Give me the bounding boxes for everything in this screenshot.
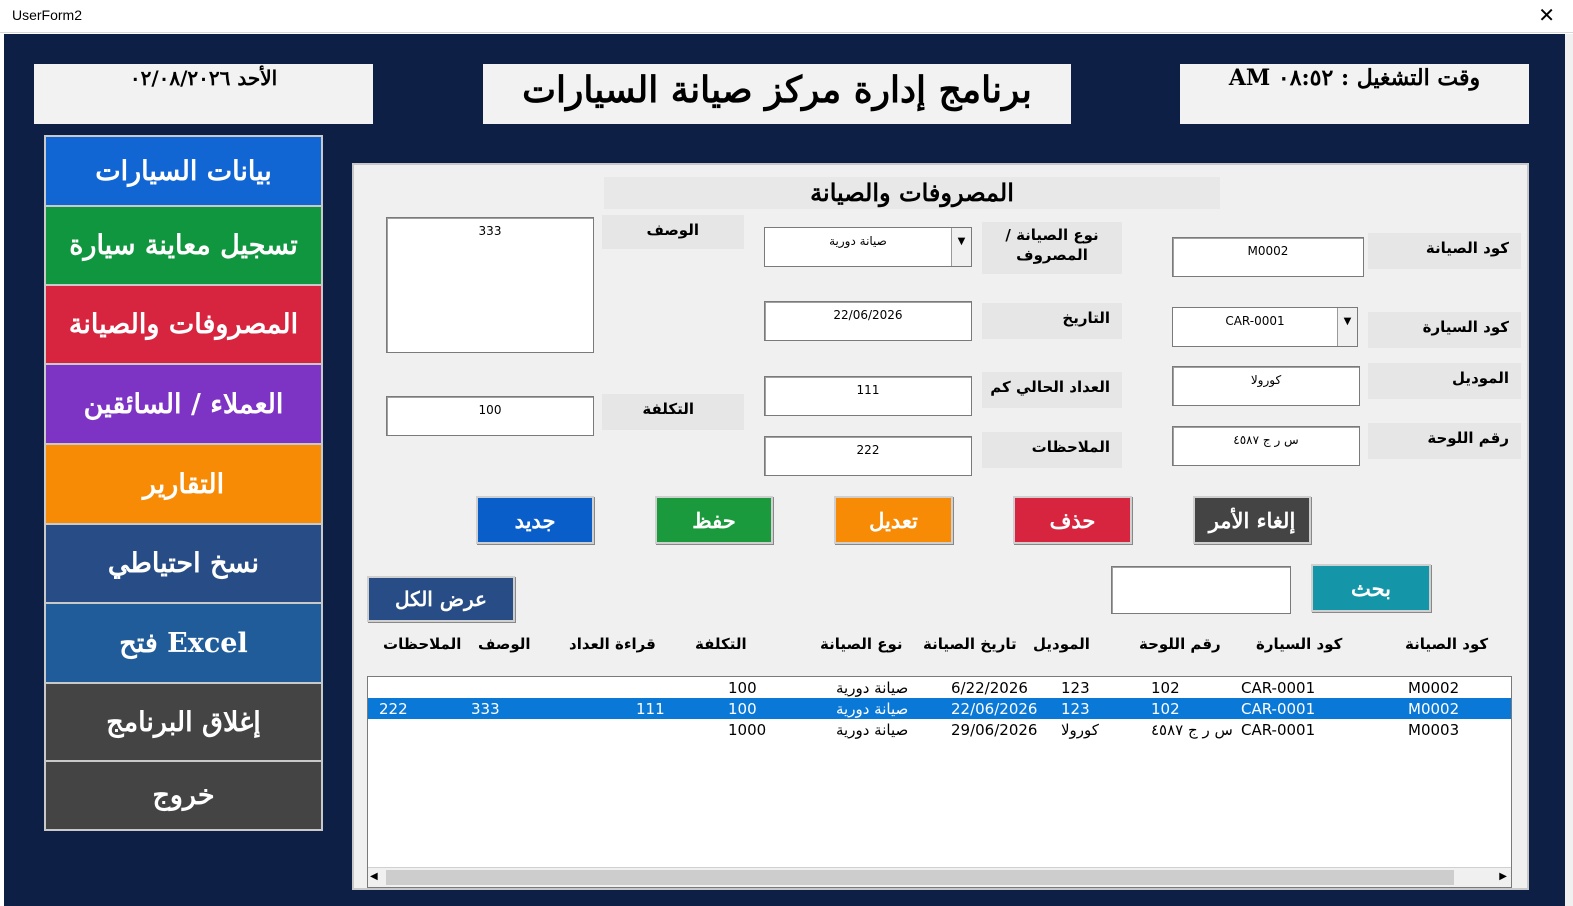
cell-maint-code: M0003 <box>1408 721 1460 739</box>
car-code-dropdown-icon[interactable]: ▼ <box>1337 308 1357 346</box>
label-plate: رقم اللوحة <box>1368 423 1521 459</box>
save-button[interactable]: حفظ <box>655 496 773 544</box>
col-odometer-reading: قراءة العداد <box>569 635 656 653</box>
nav-open-excel[interactable]: فتح Excel <box>46 604 321 684</box>
nav-reports[interactable]: التقارير <box>46 445 321 525</box>
col-maint-date: تاريخ الصيانة <box>923 635 1017 653</box>
close-icon[interactable]: ✕ <box>1538 3 1555 27</box>
nav-backup[interactable]: نسخ احتياطي <box>46 525 321 604</box>
cell-car-code: CAR-0001 <box>1241 721 1316 739</box>
search-button[interactable]: بحث <box>1311 564 1431 612</box>
col-cost: التكلفة <box>695 635 747 653</box>
label-notes: الملاحظات <box>982 432 1122 468</box>
label-description: الوصف <box>602 215 744 249</box>
cell-model: 123 <box>1061 700 1090 718</box>
nav-exit[interactable]: خروج <box>46 762 321 829</box>
scroll-left-icon[interactable]: ◀ <box>370 871 378 882</box>
col-car-code: كود السيارة <box>1256 635 1343 653</box>
label-date: التاريخ <box>982 303 1122 339</box>
maint-type-dropdown-icon[interactable]: ▼ <box>951 228 971 266</box>
cell-car-code: CAR-0001 <box>1241 700 1316 718</box>
maintenance-listbox[interactable]: M0002 CAR-0001 102 123 6/22/2026 صيانة د… <box>367 676 1512 888</box>
maint-type-combo[interactable]: صيانة دورية ▼ <box>764 227 972 267</box>
cell-maint-code: M0002 <box>1408 679 1460 697</box>
scroll-right-icon[interactable]: ▶ <box>1499 871 1507 882</box>
scroll-thumb[interactable] <box>386 870 1454 885</box>
table-row[interactable]: M0002 CAR-0001 102 123 22/06/2026 صيانة … <box>368 698 1511 719</box>
col-model: الموديل <box>1033 635 1090 653</box>
plate-field[interactable]: س ر ج ٤٥٨٧ <box>1172 426 1360 466</box>
cell-plate: س ر ج ٤٥٨٧ <box>1151 721 1233 739</box>
cell-plate: 102 <box>1151 700 1180 718</box>
maint-code-field[interactable]: M0002 <box>1172 237 1364 277</box>
show-all-button[interactable]: عرض الكل <box>367 576 515 622</box>
new-button[interactable]: جديد <box>476 496 594 544</box>
label-cost: التكلفة <box>602 394 744 430</box>
nav-close-program[interactable]: إغلاق البرنامج <box>46 684 321 762</box>
col-plate: رقم اللوحة <box>1139 635 1221 653</box>
cell-maint-type: صيانة دورية <box>836 679 909 697</box>
search-input[interactable] <box>1111 566 1291 614</box>
cell-odometer: 111 <box>636 700 665 718</box>
cell-maint-code: M0002 <box>1408 700 1460 718</box>
odometer-field[interactable]: 111 <box>764 376 972 416</box>
cell-cost: 100 <box>728 679 757 697</box>
cell-description: 333 <box>471 700 500 718</box>
cell-model: 123 <box>1061 679 1090 697</box>
window-titlebar: UserForm2 ✕ <box>0 0 1573 33</box>
col-notes: الملاحظات <box>383 635 462 653</box>
table-row[interactable]: M0003 CAR-0001 س ر ج ٤٥٨٧ كورولا 29/06/2… <box>368 719 1511 740</box>
nav-expenses-maintenance[interactable]: المصروفات والصيانة <box>46 286 321 365</box>
cell-cost: 1000 <box>728 721 767 739</box>
cell-cost: 100 <box>728 700 757 718</box>
car-code-combo[interactable]: CAR-0001 ▼ <box>1172 307 1358 347</box>
label-car-code: كود السيارة <box>1368 312 1521 348</box>
cell-maint-date: 29/06/2026 <box>951 721 1038 739</box>
label-maint-type: نوع الصيانة / المصروف <box>982 222 1122 274</box>
edit-button[interactable]: تعديل <box>834 496 953 544</box>
col-maint-type: نوع الصيانة <box>820 635 903 653</box>
cell-maint-type: صيانة دورية <box>836 721 909 739</box>
cell-plate: 102 <box>1151 679 1180 697</box>
notes-field[interactable]: 222 <box>764 436 972 476</box>
nav-car-inspection[interactable]: تسجيل معاينة سيارة <box>46 207 321 286</box>
nav-cars-data[interactable]: بيانات السيارات <box>46 137 321 207</box>
label-maint-code: كود الصيانة <box>1368 233 1521 269</box>
cell-model: كورولا <box>1061 721 1099 739</box>
model-field[interactable]: كورولا <box>1172 366 1360 406</box>
cost-field[interactable]: 100 <box>386 396 594 436</box>
date-display: الأحد ٠٢/٠٨/٢٠٢٦ <box>34 64 373 124</box>
panel-title: المصروفات والصيانة <box>604 177 1220 209</box>
cell-maint-date: 22/06/2026 <box>951 700 1038 718</box>
label-model: الموديل <box>1368 363 1521 399</box>
description-textarea[interactable]: 333 <box>386 217 594 353</box>
col-description: الوصف <box>478 635 531 653</box>
cell-maint-date: 6/22/2026 <box>951 679 1028 697</box>
window-edge <box>1565 34 1573 906</box>
cell-car-code: CAR-0001 <box>1241 679 1316 697</box>
main-form: الأحد ٠٢/٠٨/٢٠٢٦ برنامج إدارة مركز صيانة… <box>4 34 1565 906</box>
cell-notes: 222 <box>379 700 408 718</box>
maintenance-panel: المصروفات والصيانة كود الصيانة كود السيا… <box>352 163 1529 890</box>
table-row[interactable]: M0002 CAR-0001 102 123 6/22/2026 صيانة د… <box>368 677 1511 698</box>
nav-customers-drivers[interactable]: العملاء / السائقين <box>46 365 321 445</box>
delete-button[interactable]: حذف <box>1013 496 1132 544</box>
car-code-value: CAR-0001 <box>1225 314 1285 328</box>
run-time-display: وقت التشغيل : ٠٨:٥٢ AM <box>1180 64 1529 124</box>
date-field[interactable]: 22/06/2026 <box>764 301 972 341</box>
cell-maint-type: صيانة دورية <box>836 700 909 718</box>
horizontal-scrollbar[interactable]: ◀ ▶ <box>368 867 1511 887</box>
cancel-button[interactable]: إلغاء الأمر <box>1193 496 1311 544</box>
col-maint-code: كود الصيانة <box>1405 635 1489 653</box>
window-title: UserForm2 <box>12 7 83 23</box>
label-odometer: العداد الحالي كم <box>982 372 1122 408</box>
app-title: برنامج إدارة مركز صيانة السيارات <box>483 64 1071 124</box>
sidebar-nav: بيانات السيارات تسجيل معاينة سيارة المصر… <box>44 135 323 831</box>
maint-type-value: صيانة دورية <box>829 234 887 248</box>
